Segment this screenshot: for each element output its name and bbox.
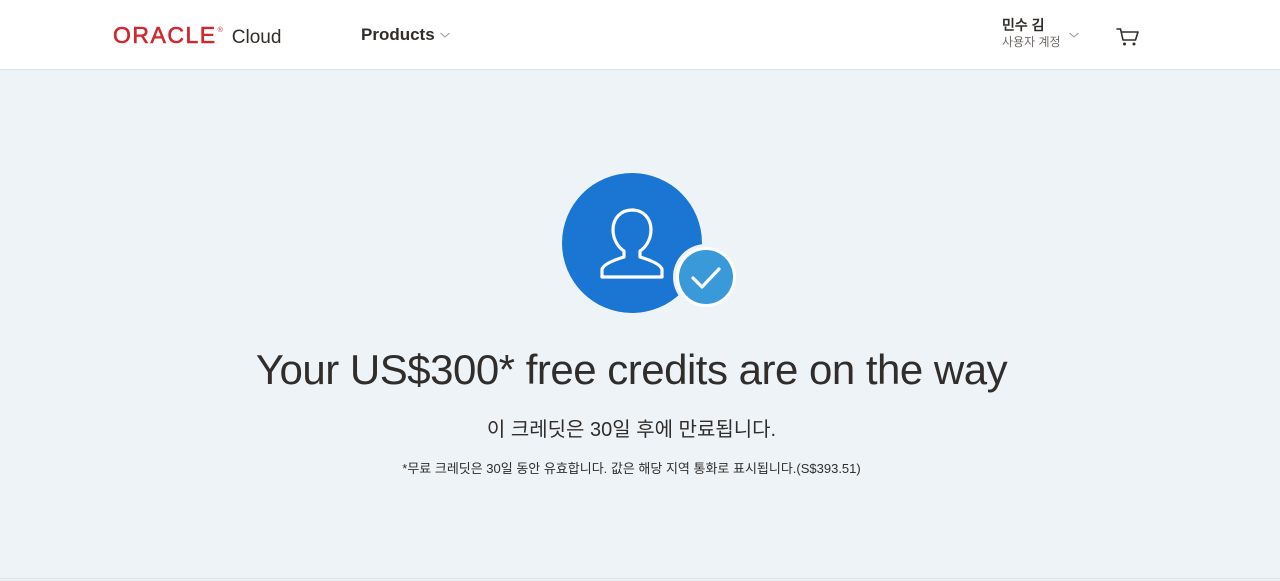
- oracle-cloud-logo[interactable]: ORACLE ® Cloud: [113, 22, 282, 49]
- page-title: Your US$300* free credits are on the way: [255, 346, 1008, 393]
- credit-footnote: *무료 크레딧은 30일 동안 유효합니다. 값은 해당 지역 통화로 표시됩니…: [402, 461, 861, 476]
- user-account-label: 사용자 계정: [1002, 35, 1061, 49]
- products-menu[interactable]: Products: [361, 25, 451, 45]
- divider: [0, 578, 1280, 579]
- site-header: ORACLE ® Cloud Products 민수 김 사용자 계정: [0, 0, 1280, 70]
- checkmark-badge-icon: [673, 244, 739, 310]
- logo-brand-text: ORACLE: [113, 22, 217, 49]
- user-name: 민수 김: [1002, 17, 1045, 33]
- user-account-menu[interactable]: 민수 김 사용자 계정: [1002, 16, 1079, 51]
- chevron-down-icon: [1069, 32, 1079, 38]
- logo-registered-mark: ®: [217, 27, 223, 34]
- logo-product-text: Cloud: [231, 27, 282, 48]
- user-verified-icon: [562, 173, 739, 313]
- expiry-notice: 이 크레딧은 30일 후에 만료됩니다.: [486, 419, 777, 441]
- products-menu-label: Products: [361, 25, 435, 44]
- cart-icon[interactable]: [1116, 27, 1140, 47]
- chevron-down-icon: [439, 32, 450, 38]
